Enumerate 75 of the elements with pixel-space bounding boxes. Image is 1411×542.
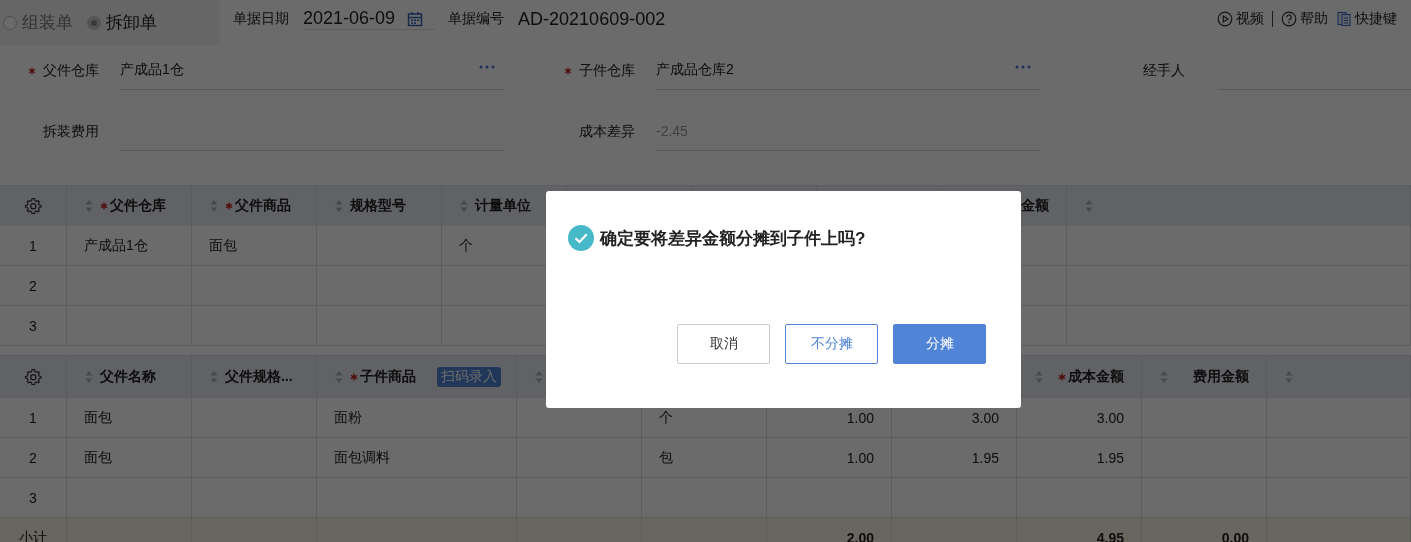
radio-option[interactable]: 拆卸单 — [87, 11, 157, 34]
table-cell: 个 — [659, 408, 673, 427]
table-cell: 3.00 — [1096, 409, 1124, 426]
column-header[interactable]: 成本金额 — [1068, 368, 1124, 386]
more-icon[interactable] — [1015, 65, 1031, 69]
row-number: 1 — [29, 237, 37, 254]
table-cell: 面包 — [209, 236, 237, 255]
table-cell: 1.00 — [846, 449, 874, 466]
settings-icon[interactable] — [24, 368, 42, 386]
sort-icon[interactable] — [535, 370, 543, 384]
calendar-icon — [407, 10, 424, 27]
subtotal-value: 0.00 — [1221, 529, 1249, 542]
column-header[interactable]: 父件商品 — [235, 197, 291, 215]
table-cell: 面包 — [84, 408, 112, 427]
settings-icon[interactable] — [24, 197, 42, 215]
sort-icon[interactable] — [460, 199, 468, 213]
input-field[interactable]: 产成品仓库2 — [656, 51, 1041, 90]
row-number: 2 — [29, 277, 37, 294]
table-cell: 1.95 — [971, 449, 999, 466]
field-label: 成本差异 — [579, 122, 635, 141]
column-header[interactable]: 父件仓库 — [110, 197, 166, 215]
table-cell: 面包调料 — [334, 448, 390, 467]
table-cell: 面包 — [84, 448, 112, 467]
sort-icon[interactable] — [1085, 199, 1093, 213]
subtotal-value: 4.95 — [1096, 529, 1124, 542]
sort-icon[interactable] — [335, 370, 343, 384]
sort-icon[interactable] — [210, 199, 218, 213]
field-label: 单据日期 — [233, 10, 289, 28]
sort-icon[interactable] — [1035, 370, 1043, 384]
column-header[interactable]: 规格型号 — [350, 197, 406, 215]
table-cell: 产成品1仓 — [84, 236, 148, 255]
date-field[interactable]: 2021-06-09 — [303, 8, 436, 30]
sort-icon[interactable] — [210, 370, 218, 384]
shortcut-link[interactable]: 快捷键 — [1336, 10, 1397, 28]
check-icon — [568, 225, 594, 251]
table-cell: 面粉 — [334, 408, 362, 427]
column-header[interactable]: 子件商品 — [360, 368, 416, 386]
table-cell: 包 — [659, 448, 673, 467]
input-field[interactable]: 产成品1仓 — [120, 51, 505, 90]
table-cell: 3.00 — [971, 409, 999, 426]
column-header[interactable]: 费用金额 — [1193, 368, 1249, 386]
sort-icon[interactable] — [335, 199, 343, 213]
sort-icon[interactable] — [1285, 370, 1293, 384]
row-number: 3 — [29, 489, 37, 506]
row-number: 2 — [29, 449, 37, 466]
video-link[interactable]: 视频 — [1217, 10, 1264, 28]
table-cell: 个 — [459, 236, 473, 255]
field-label: 单据编号 — [448, 10, 505, 28]
row-number: 1 — [29, 409, 37, 426]
document-icon — [1336, 11, 1352, 27]
column-header[interactable]: 计量单位 — [475, 197, 531, 215]
document-number: AD-20210609-002 — [518, 8, 666, 30]
dialog-message: 确定要将差异金额分摊到子件上吗? — [600, 227, 866, 250]
more-icon[interactable] — [479, 65, 495, 69]
help-icon — [1281, 11, 1297, 27]
table-cell: 1.00 — [846, 409, 874, 426]
table-cell: 1.95 — [1096, 449, 1124, 466]
field-label: 父件仓库 — [43, 61, 99, 80]
field-label: 拆装费用 — [43, 122, 99, 141]
row-number: 3 — [29, 317, 37, 334]
column-header[interactable]: 父件规格... — [225, 368, 293, 386]
column-header[interactable]: 父件名称 — [100, 368, 156, 386]
sort-icon[interactable] — [85, 370, 93, 384]
subtotal-value: 2.00 — [846, 529, 874, 542]
field-label: 经手人 — [1143, 61, 1185, 80]
scan-entry-button[interactable]: 扫码录入 — [437, 367, 501, 387]
sort-icon[interactable] — [85, 199, 93, 213]
sort-icon[interactable] — [1160, 370, 1168, 384]
column-header[interactable]: 金额 — [1021, 197, 1049, 215]
help-link[interactable]: 帮助 — [1281, 10, 1328, 28]
play-icon — [1217, 11, 1233, 27]
secondary-button[interactable]: 不分摊 — [785, 324, 878, 364]
confirm-button[interactable]: 分摊 — [893, 324, 986, 364]
field-label: 子件仓库 — [579, 61, 635, 80]
cancel-button[interactable]: 取消 — [677, 324, 770, 364]
